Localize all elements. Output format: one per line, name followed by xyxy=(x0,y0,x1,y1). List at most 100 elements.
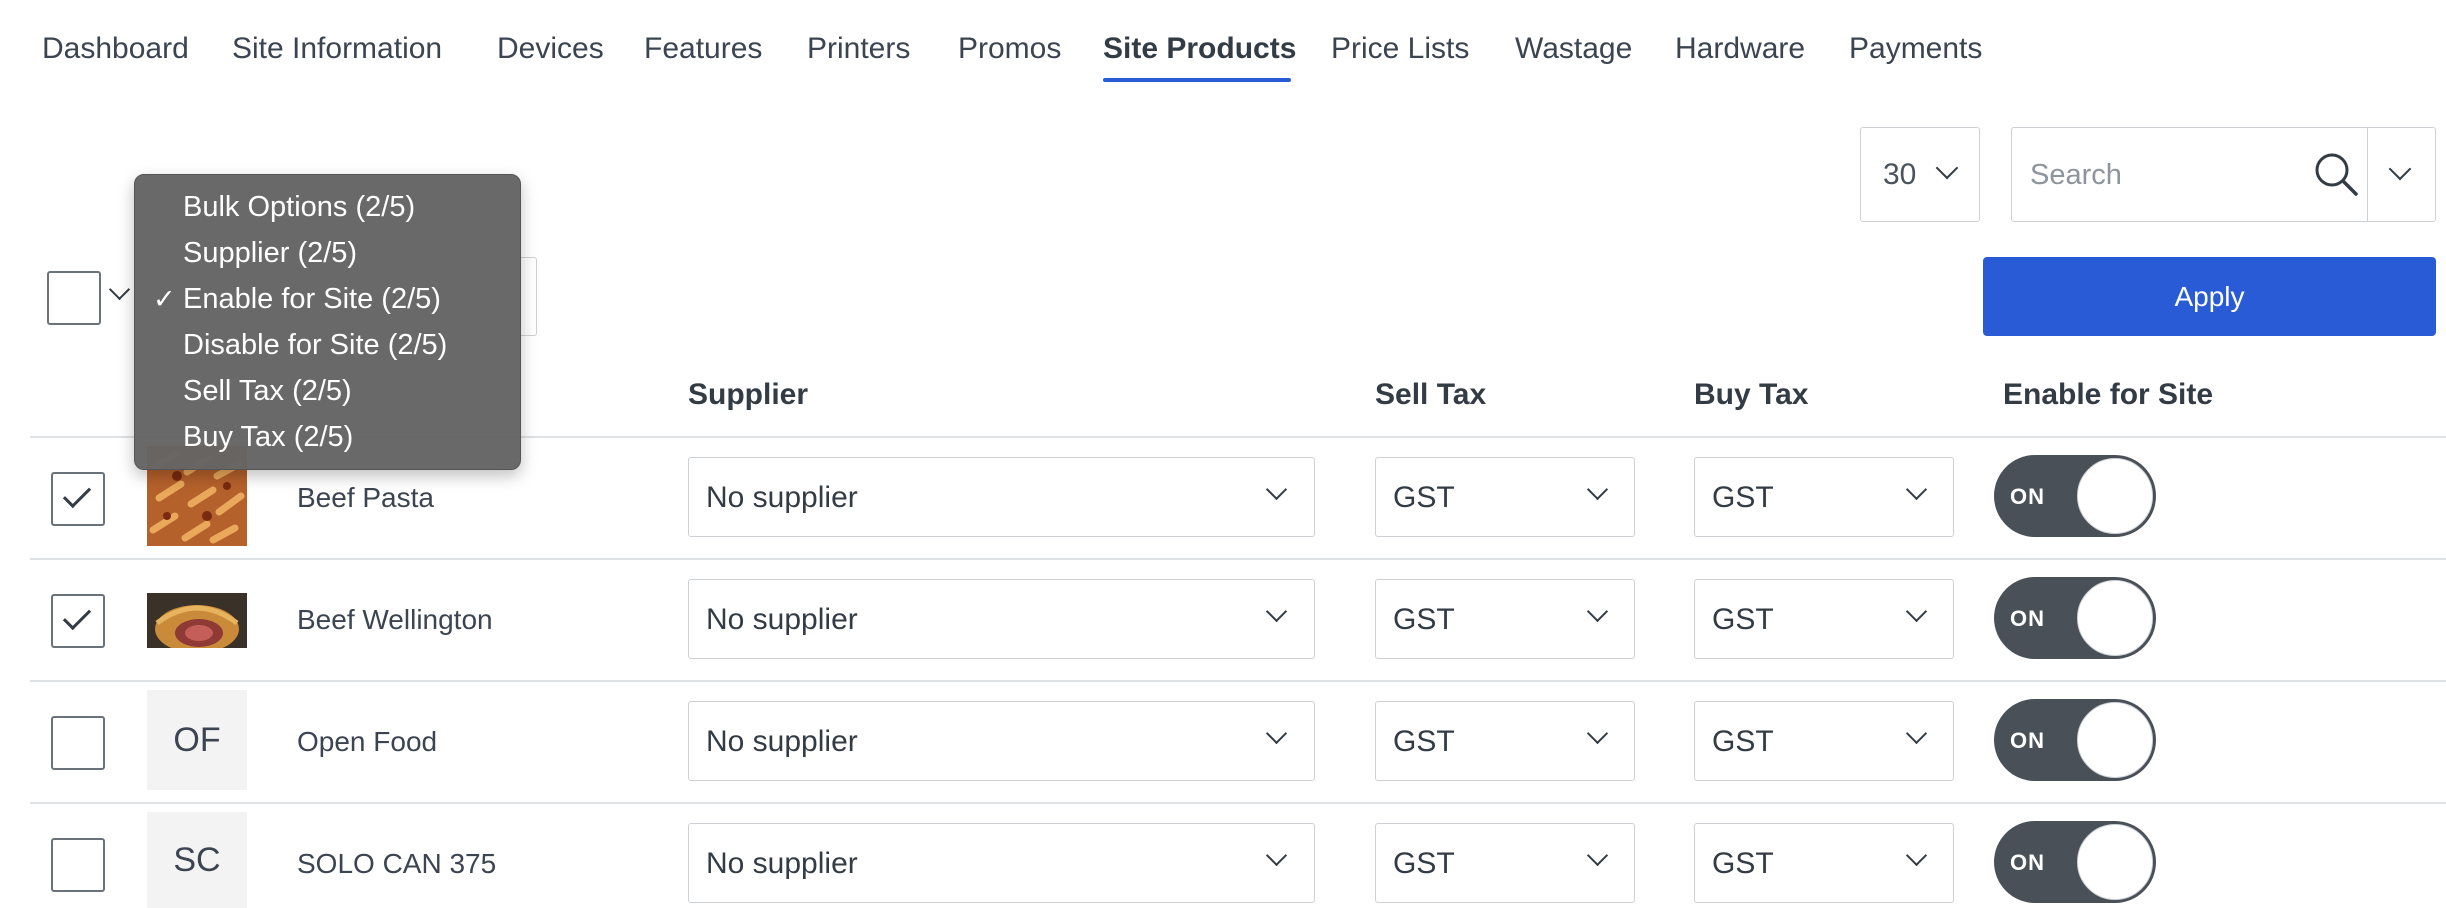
row-checkbox[interactable] xyxy=(51,594,105,648)
tab-dashboard[interactable]: Dashboard xyxy=(42,32,189,66)
chevron-down-icon xyxy=(1935,156,1959,180)
enable-for-site-toggle[interactable]: ON xyxy=(1994,699,2156,781)
supplier-select[interactable]: No supplier xyxy=(688,457,1315,537)
buy-tax-select[interactable]: GST xyxy=(1694,579,1954,659)
supplier-value: No supplier xyxy=(706,847,858,880)
chevron-down-icon xyxy=(1586,600,1609,623)
menu-item-bulk-options[interactable]: Bulk Options (2/5) xyxy=(183,191,415,224)
row-checkbox[interactable] xyxy=(51,716,105,770)
product-name: Beef Pasta xyxy=(297,482,434,513)
table-row: Beef Wellington No supplier GST GST ON xyxy=(30,560,2446,682)
active-tab-indicator xyxy=(1103,78,1291,82)
enable-for-site-toggle[interactable]: ON xyxy=(1994,577,2156,659)
enable-for-site-toggle[interactable]: ON xyxy=(1994,821,2156,903)
supplier-value: No supplier xyxy=(706,603,858,636)
sell-tax-value: GST xyxy=(1393,481,1455,514)
select-all-checkbox[interactable] xyxy=(47,271,101,325)
supplier-select[interactable]: No supplier xyxy=(688,701,1315,781)
chevron-down-icon xyxy=(1265,478,1288,501)
supplier-select[interactable]: No supplier xyxy=(688,823,1315,903)
check-icon xyxy=(62,479,92,509)
supplier-value: No supplier xyxy=(706,481,858,514)
toggle-knob xyxy=(2077,458,2153,534)
chevron-down-icon xyxy=(1905,722,1928,745)
menu-item-enable-for-site[interactable]: Enable for Site (2/5) xyxy=(183,283,441,316)
check-icon: ✓ xyxy=(153,284,176,314)
chevron-down-icon xyxy=(1905,844,1928,867)
sell-tax-select[interactable]: GST xyxy=(1375,701,1635,781)
product-name: Beef Wellington xyxy=(297,604,493,635)
toggle-state-label: ON xyxy=(2010,728,2045,753)
product-initials-avatar: OF xyxy=(147,690,247,790)
chevron-down-icon xyxy=(1265,600,1288,623)
table-row: OF Open Food No supplier GST GST ON xyxy=(30,682,2446,804)
chevron-down-icon xyxy=(1586,478,1609,501)
tab-promos[interactable]: Promos xyxy=(958,32,1061,66)
tab-price-lists[interactable]: Price Lists xyxy=(1331,32,1469,66)
sell-tax-select[interactable]: GST xyxy=(1375,823,1635,903)
tab-payments[interactable]: Payments xyxy=(1849,32,1982,66)
tab-features[interactable]: Features xyxy=(644,32,762,66)
buy-tax-value: GST xyxy=(1712,725,1774,758)
page-size-select[interactable]: 30 xyxy=(1860,127,1980,222)
chevron-down-icon xyxy=(1265,722,1288,745)
page-size-value: 30 xyxy=(1883,158,1917,191)
column-header-supplier: Supplier xyxy=(688,378,809,411)
toggle-state-label: ON xyxy=(2010,850,2045,875)
bulk-options-menu: Bulk Options (2/5) Supplier (2/5) ✓ Enab… xyxy=(134,174,521,470)
chevron-down-icon xyxy=(1265,844,1288,867)
toggle-knob xyxy=(2077,702,2153,778)
tab-wastage[interactable]: Wastage xyxy=(1515,32,1632,66)
tab-devices[interactable]: Devices xyxy=(497,32,604,66)
sell-tax-value: GST xyxy=(1393,603,1455,636)
buy-tax-select[interactable]: GST xyxy=(1694,823,1954,903)
chevron-down-icon xyxy=(1586,722,1609,745)
sell-tax-select[interactable]: GST xyxy=(1375,579,1635,659)
column-header-sell-tax: Sell Tax xyxy=(1375,378,1487,411)
top-nav: Dashboard Site Information Devices Featu… xyxy=(0,0,2446,90)
search-box xyxy=(2011,127,2436,222)
toggle-state-label: ON xyxy=(2010,484,2045,509)
search-icon[interactable] xyxy=(2312,150,2360,198)
tab-hardware[interactable]: Hardware xyxy=(1675,32,1805,66)
supplier-value: No supplier xyxy=(706,725,858,758)
search-options-button[interactable] xyxy=(2368,128,2436,221)
toggle-knob xyxy=(2077,580,2153,656)
product-thumbnail-image xyxy=(147,593,247,648)
sell-tax-value: GST xyxy=(1393,725,1455,758)
table-row: SC SOLO CAN 375 No supplier GST GST ON xyxy=(30,804,2446,908)
check-icon xyxy=(62,601,92,631)
apply-button[interactable]: Apply xyxy=(1983,257,2436,336)
menu-item-sell-tax[interactable]: Sell Tax (2/5) xyxy=(183,375,352,408)
menu-item-buy-tax[interactable]: Buy Tax (2/5) xyxy=(183,421,353,454)
menu-item-disable-for-site[interactable]: Disable for Site (2/5) xyxy=(183,329,447,362)
product-name: SOLO CAN 375 xyxy=(297,848,497,879)
tab-site-products[interactable]: Site Products xyxy=(1103,32,1296,66)
menu-item-supplier[interactable]: Supplier (2/5) xyxy=(183,237,357,270)
product-name: Open Food xyxy=(297,726,438,757)
tab-printers[interactable]: Printers xyxy=(807,32,910,66)
chevron-down-icon[interactable] xyxy=(108,278,131,301)
search-input[interactable] xyxy=(2030,150,2300,200)
sell-tax-value: GST xyxy=(1393,847,1455,880)
toggle-state-label: ON xyxy=(2010,606,2045,631)
buy-tax-select[interactable]: GST xyxy=(1694,701,1954,781)
product-initials-avatar: SC xyxy=(147,812,247,908)
chevron-down-icon xyxy=(1905,478,1928,501)
column-header-enable-for-site: Enable for Site xyxy=(2003,378,2214,411)
chevron-down-icon xyxy=(2388,157,2412,181)
column-header-buy-tax: Buy Tax xyxy=(1694,378,1809,411)
buy-tax-select[interactable]: GST xyxy=(1694,457,1954,537)
row-checkbox[interactable] xyxy=(51,472,105,526)
enable-for-site-toggle[interactable]: ON xyxy=(1994,455,2156,537)
buy-tax-value: GST xyxy=(1712,481,1774,514)
sell-tax-select[interactable]: GST xyxy=(1375,457,1635,537)
chevron-down-icon xyxy=(1905,600,1928,623)
buy-tax-value: GST xyxy=(1712,603,1774,636)
toggle-knob xyxy=(2077,824,2153,900)
supplier-select[interactable]: No supplier xyxy=(688,579,1315,659)
chevron-down-icon xyxy=(1586,844,1609,867)
tab-site-information[interactable]: Site Information xyxy=(232,32,442,66)
buy-tax-value: GST xyxy=(1712,847,1774,880)
row-checkbox[interactable] xyxy=(51,838,105,892)
